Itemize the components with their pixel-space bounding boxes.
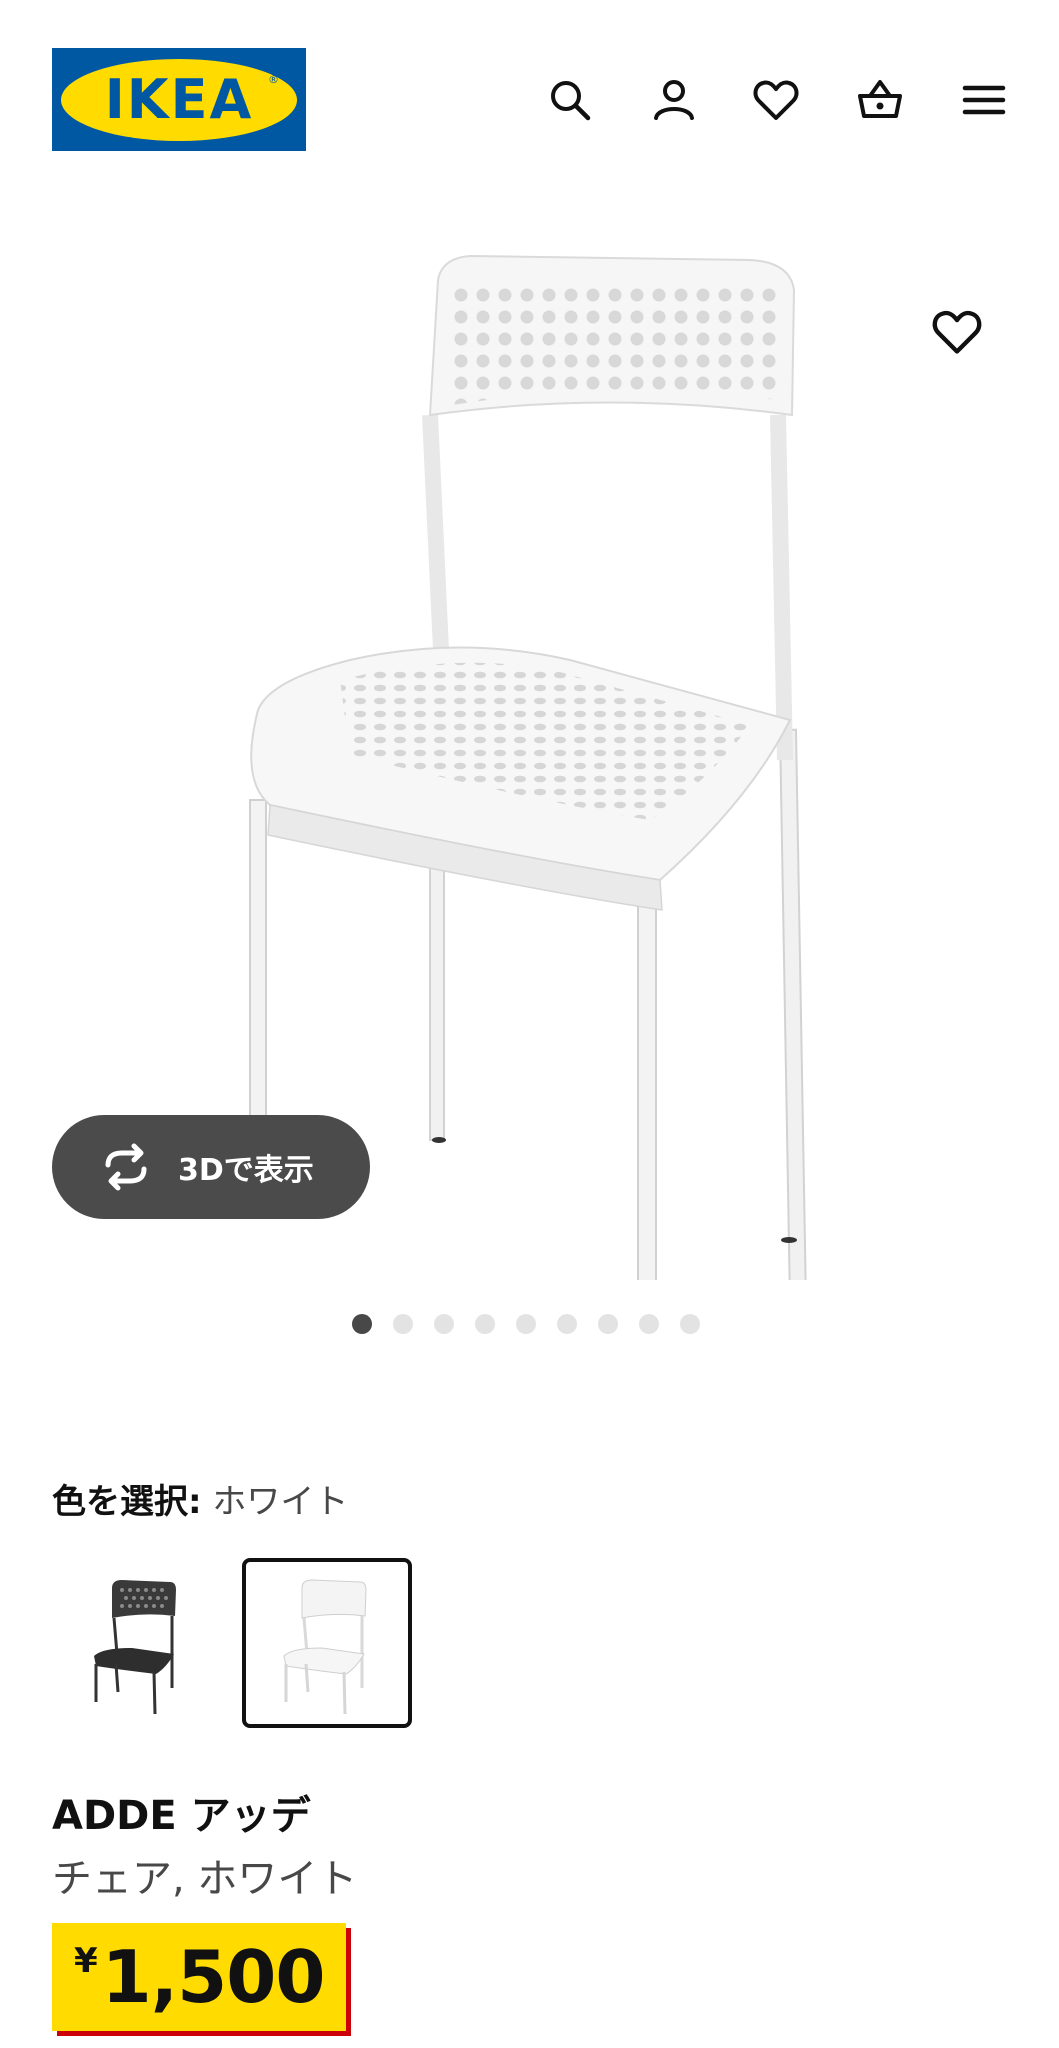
price-currency: ¥ (74, 1941, 98, 1981)
carousel-dot[interactable] (434, 1314, 454, 1334)
carousel-dot[interactable] (475, 1314, 495, 1334)
carousel-dot[interactable] (352, 1314, 372, 1334)
ikea-logo[interactable]: IKEA ® (52, 48, 306, 151)
view-3d-label: 3Dで表示 (178, 1153, 314, 1188)
carousel-dot[interactable] (557, 1314, 577, 1334)
carousel-pagination (352, 1314, 700, 1334)
header: IKEA ® (0, 0, 1059, 200)
color-swatch-black[interactable] (52, 1558, 222, 1728)
color-swatch-white[interactable] (242, 1558, 412, 1728)
color-selector-label: 色を選択: ホワイト (52, 1474, 348, 1523)
carousel-dot[interactable] (680, 1314, 700, 1334)
menu-icon[interactable] (954, 70, 1014, 130)
white-chair-thumbnail (283, 1579, 367, 1715)
registered-mark: ® (268, 72, 279, 86)
price-amount: 1,500 (101, 1935, 326, 2019)
carousel-dot[interactable] (393, 1314, 413, 1334)
cart-icon[interactable] (850, 70, 910, 130)
heart-icon[interactable] (746, 70, 806, 130)
carousel-dot[interactable] (516, 1314, 536, 1334)
logo-text: IKEA (104, 67, 254, 131)
selected-color-value: ホワイト (212, 1482, 349, 1522)
carousel-dot[interactable] (598, 1314, 618, 1334)
product-image-carousel[interactable]: 3Dで表示 (0, 200, 1059, 1340)
product-name: ADDE アッデ (52, 1793, 311, 1839)
color-label-prefix: 色を選択: (52, 1482, 202, 1522)
favorite-heart-icon[interactable] (925, 300, 989, 364)
rotate-3d-icon (105, 1143, 147, 1191)
view-3d-button[interactable]: 3Dで表示 (52, 1115, 370, 1219)
black-chair-thumbnail (94, 1580, 176, 1715)
product-description: チェア, ホワイト (52, 1856, 358, 1902)
carousel-dot[interactable] (639, 1314, 659, 1334)
price-tag: ¥ 1,500 (52, 1923, 347, 2031)
logo-oval: IKEA ® (61, 58, 297, 141)
account-icon[interactable] (644, 70, 704, 130)
search-icon[interactable] (540, 70, 600, 130)
